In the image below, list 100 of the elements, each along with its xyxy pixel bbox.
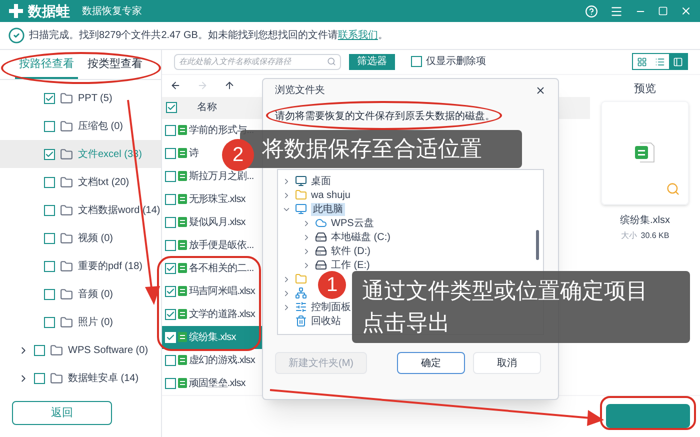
checkbox[interactable] [165, 148, 176, 159]
folder-row[interactable]: PPT (5) [0, 84, 161, 112]
file-name: 各不相关的二... [189, 262, 254, 276]
scan-status-text: 扫描完成。找到8279个文件共2.47 GB。如未能找到您想找回的文件请联系我们。 [29, 28, 388, 43]
checkbox[interactable] [165, 216, 176, 228]
checkbox[interactable] [165, 240, 176, 251]
checkbox[interactable] [165, 124, 176, 136]
close-icon[interactable] [535, 84, 546, 96]
folder-row[interactable]: 文档数据word (14) [0, 196, 161, 224]
folder-label: 重要的pdf (18) [78, 260, 142, 274]
detail-view-icon [673, 56, 683, 67]
menu-icon[interactable] [610, 4, 623, 18]
checkbox[interactable] [165, 378, 176, 389]
checkbox[interactable] [165, 308, 176, 320]
expand-icon[interactable] [302, 246, 311, 256]
expand-icon[interactable] [282, 176, 291, 186]
view-tab[interactable]: 按路径查看 [14, 50, 78, 79]
file-row[interactable]: 无形珠宝.xlsx [162, 188, 262, 211]
folder-label[interactable]: wa shuju [311, 188, 350, 202]
expand-icon[interactable] [282, 302, 291, 312]
folder-label[interactable]: 软件 (D:) [331, 244, 370, 258]
back-arrow-icon[interactable] [170, 80, 181, 92]
checkbox[interactable] [411, 56, 422, 68]
search-field[interactable]: 在此处输入文件名称或保存路径 [174, 54, 341, 70]
checkbox[interactable] [44, 316, 55, 328]
list-view-icon [655, 56, 665, 67]
checkbox[interactable] [44, 148, 55, 160]
folder-row[interactable]: 音频 (0) [0, 280, 161, 308]
checkbox[interactable] [165, 170, 176, 182]
size-label: 大小 [620, 230, 637, 242]
filter-button[interactable]: 筛选器 [349, 54, 395, 70]
expand-icon[interactable] [302, 218, 311, 228]
checkbox[interactable] [165, 354, 176, 366]
folder-label[interactable]: 此电脑 [311, 202, 345, 216]
folder-label[interactable]: 工作 (E:) [331, 258, 370, 272]
folder-label[interactable]: 控制面板 [311, 300, 351, 314]
folder-label: 数据蛙安卓 (14) [68, 372, 139, 386]
expand-icon[interactable] [282, 288, 291, 298]
dialog-button[interactable]: 取消 [473, 352, 541, 374]
folder-row[interactable]: 数据蛙安卓 (14) [0, 364, 161, 392]
folder-label[interactable]: 回收站 [311, 314, 341, 328]
folder-label: WPS Software (0) [68, 344, 148, 358]
control-icon [295, 301, 307, 313]
spreadsheet-icon [178, 355, 187, 366]
folder-label[interactable]: 桌面 [311, 174, 331, 188]
dialog-button[interactable]: 确定 [397, 352, 465, 374]
scrollbar[interactable] [536, 230, 539, 260]
spreadsheet-icon [178, 217, 187, 228]
maximize-icon[interactable] [658, 6, 668, 16]
folder-label[interactable]: WPS云盘 [331, 216, 374, 230]
checkbox[interactable] [44, 204, 55, 216]
file-row[interactable]: 玛吉阿米唱.xlsx [162, 280, 262, 303]
checkbox[interactable] [34, 344, 45, 356]
folder-row[interactable]: 视频 (0) [0, 224, 161, 252]
checkbox[interactable] [44, 288, 55, 300]
expand-icon[interactable] [302, 232, 311, 242]
checkbox[interactable] [44, 120, 55, 132]
file-row[interactable]: 文学的道路.xlsx [162, 302, 262, 326]
folder-icon [60, 176, 73, 188]
expand-icon[interactable] [302, 260, 311, 270]
file-row[interactable]: 顽固堡垒.xlsx [162, 372, 262, 395]
drive-icon [315, 259, 327, 271]
file-name: 虚幻的游戏.xlsx [189, 354, 256, 368]
checkbox[interactable] [44, 232, 55, 244]
view-tab[interactable]: 按类型查看 [83, 50, 146, 79]
file-row[interactable]: 虚幻的游戏.xlsx [162, 348, 262, 372]
file-row[interactable]: 各不相关的二... [162, 256, 262, 280]
checkbox[interactable] [165, 262, 176, 274]
folder-row[interactable]: 重要的pdf (18) [0, 252, 161, 280]
checkbox[interactable] [34, 372, 45, 384]
expand-icon[interactable] [282, 190, 291, 200]
preview-file-name: 缤纷集.xlsx [620, 214, 670, 228]
folder-row[interactable]: 文档txt (20) [0, 168, 161, 196]
view-detail-button[interactable] [669, 54, 687, 70]
checkbox[interactable] [166, 102, 177, 114]
folder-label[interactable]: 本地磁盘 (C:) [331, 230, 390, 244]
up-arrow-icon[interactable] [224, 80, 235, 92]
name-column-header: 名称 [197, 101, 217, 116]
checkbox[interactable] [165, 194, 176, 205]
folder-row[interactable]: 压缩包 (0) [0, 112, 161, 140]
folder-row[interactable]: WPS Software (0) [0, 336, 161, 364]
checkbox[interactable] [165, 286, 176, 297]
desktop-icon [295, 175, 307, 187]
checkbox[interactable] [44, 260, 55, 272]
folder-icon [50, 372, 63, 384]
expand-icon[interactable] [282, 274, 291, 284]
folder-label: 照片 (0) [78, 316, 113, 330]
folder-row[interactable]: 照片 (0) [0, 308, 161, 336]
checkbox[interactable] [44, 92, 55, 104]
back-button[interactable]: 返回 [12, 401, 112, 425]
file-row[interactable]: 放手便是皈依... [162, 234, 262, 257]
file-row[interactable]: 疑似风月.xlsx [162, 210, 262, 234]
file-row[interactable]: 缤纷集.xlsx [162, 326, 262, 349]
zoom-icon[interactable] [666, 182, 680, 196]
help-icon[interactable] [585, 4, 598, 18]
app-name: 数据蛙 [28, 2, 70, 20]
contact-link[interactable]: 联系我们 [338, 30, 378, 41]
callout-text: 通过文件类型或位置确定项目 点击导出 [362, 277, 649, 337]
spreadsheet-icon [178, 125, 187, 136]
checkbox[interactable] [44, 176, 55, 188]
